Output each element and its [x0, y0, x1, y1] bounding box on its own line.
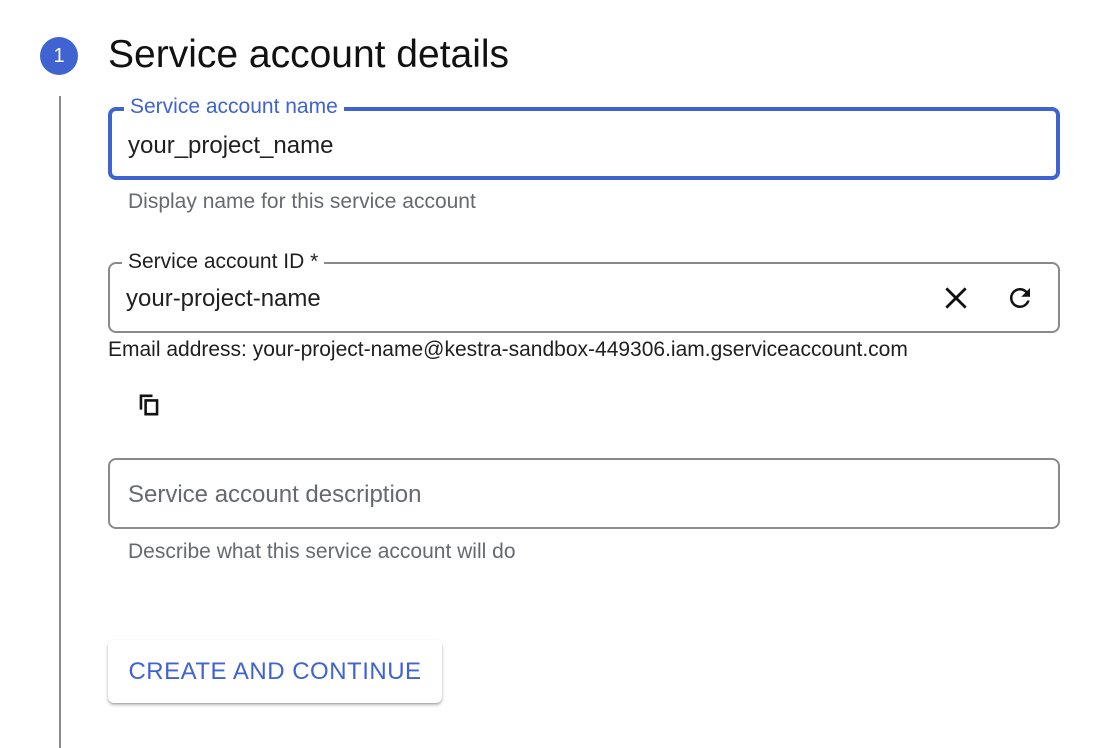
service-account-name-field[interactable]: Service account name your_project_name — [108, 95, 1060, 180]
service-account-description-field[interactable]: Service account description — [108, 458, 1060, 529]
create-and-continue-button[interactable]: CREATE AND CONTINUE — [108, 640, 442, 703]
clear-id-button[interactable] — [938, 280, 974, 316]
close-icon — [945, 287, 967, 309]
service-account-form: 1 Service account details Service accoun… — [0, 0, 1110, 748]
copy-email-button[interactable] — [130, 386, 168, 424]
step-title: Service account details — [108, 33, 510, 76]
step-connector-line — [59, 96, 61, 748]
service-account-name-input[interactable]: your_project_name — [128, 131, 333, 161]
service-account-id-input[interactable]: your-project-name — [126, 284, 321, 314]
regenerate-id-button[interactable] — [1002, 280, 1038, 316]
service-account-name-label: Service account name — [124, 95, 344, 119]
service-account-description-input[interactable]: Service account description — [128, 480, 421, 510]
step-number-badge: 1 — [40, 37, 78, 75]
service-account-id-field[interactable]: Service account ID * your-project-name — [108, 250, 1060, 333]
copy-icon — [139, 394, 159, 416]
service-account-description-helper: Describe what this service account will … — [128, 540, 516, 563]
service-account-name-helper: Display name for this service account — [128, 190, 476, 213]
refresh-icon — [1009, 287, 1030, 308]
service-account-email: Email address: your-project-name@kestra-… — [108, 338, 908, 361]
service-account-id-label: Service account ID * — [122, 250, 325, 274]
